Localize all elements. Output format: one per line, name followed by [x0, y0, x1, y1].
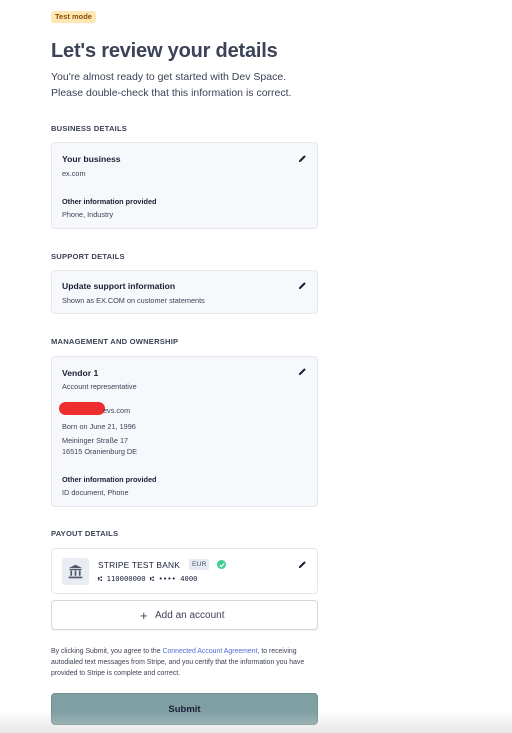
- payout-details-heading: PAYOUT DETAILS: [51, 529, 119, 538]
- currency-badge: EUR: [189, 559, 210, 570]
- bank-icon: [62, 558, 89, 585]
- support-card-title: Update support information: [62, 281, 176, 291]
- support-details-heading: SUPPORT DETAILS: [51, 252, 125, 261]
- business-card-title: Your business: [62, 154, 121, 164]
- person-address-line1: Meininger Straße 17: [62, 436, 129, 445]
- page-subtitle: You're almost ready to get started with …: [51, 71, 292, 99]
- support-card: Update support information Shown as EX.C…: [51, 270, 318, 314]
- person-other-label: Other information provided: [62, 475, 157, 484]
- legal-prefix: By clicking Submit, you agree to the: [51, 648, 163, 655]
- edit-support-pencil-icon[interactable]: [298, 281, 307, 290]
- redaction-mark: [59, 402, 105, 415]
- business-other-label: Other information provided: [62, 197, 157, 206]
- edit-bank-pencil-icon[interactable]: [298, 560, 307, 569]
- business-website: ex.com: [62, 169, 86, 178]
- person-email: evs.com: [103, 406, 131, 415]
- bottom-shadow: [0, 711, 512, 733]
- edit-person-pencil-icon[interactable]: [298, 367, 307, 376]
- management-card: Vendor 1 Account representative evs.com …: [51, 356, 318, 507]
- person-birthdate: Born on June 21, 1996: [62, 422, 136, 431]
- business-other-value: Phone, Industry: [62, 210, 114, 219]
- legal-text: By clicking Submit, you agree to the Con…: [51, 646, 321, 679]
- verified-check-icon: [217, 560, 226, 569]
- test-mode-badge: Test mode: [51, 11, 96, 23]
- business-details-heading: BUSINESS DETAILS: [51, 124, 128, 133]
- connected-account-agreement-link[interactable]: Connected Account Agreement: [162, 648, 257, 655]
- bank-name: STRIPE TEST BANK: [98, 560, 181, 570]
- bank-account-card: STRIPE TEST BANK EUR ⑆ 110000000 ⑆ •••• …: [51, 548, 318, 594]
- person-other-value: ID document, Phone: [62, 488, 129, 497]
- plus-icon: +: [140, 608, 148, 623]
- person-name: Vendor 1: [62, 368, 99, 378]
- add-account-label: Add an account: [155, 610, 225, 621]
- add-account-button[interactable]: + Add an account: [51, 600, 318, 630]
- management-heading: MANAGEMENT AND OWNERSHIP: [51, 337, 179, 346]
- person-address-line2: 16515 Oranienburg DE: [62, 447, 138, 456]
- page-title: Let's review your details: [51, 40, 278, 62]
- account-number: ⑆ 110000000 ⑆ •••• 4000: [98, 574, 198, 583]
- business-card: Your business ex.com Other information p…: [51, 142, 318, 229]
- support-statement: Shown as EX.COM on customer statements: [62, 296, 205, 305]
- edit-business-pencil-icon[interactable]: [298, 154, 307, 163]
- person-role: Account representative: [62, 382, 137, 391]
